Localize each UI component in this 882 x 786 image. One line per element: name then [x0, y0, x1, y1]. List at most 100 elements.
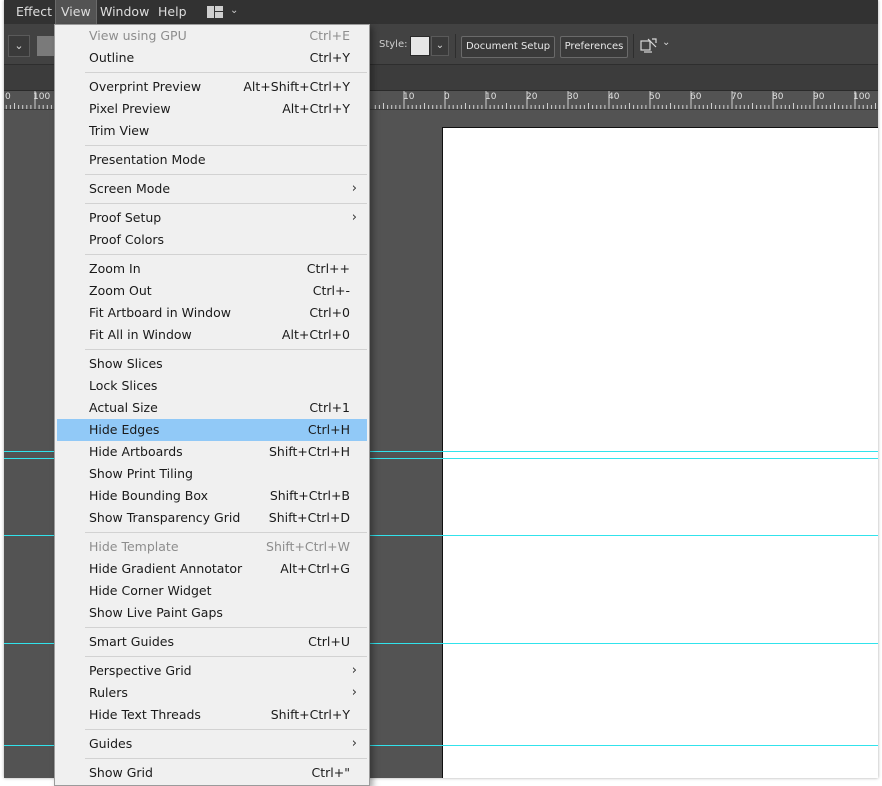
menu-item-trim-view[interactable]: Trim View: [57, 120, 367, 142]
workspace-chevron-down-icon[interactable]: ⌄: [230, 5, 238, 16]
menu-item-show-transparency-grid[interactable]: Show Transparency Grid Shift+Ctrl+D: [57, 507, 367, 529]
submenu-chevron-right-icon: ›: [351, 663, 357, 678]
menu-item-shortcut: Shift+Ctrl+W: [266, 539, 350, 554]
menu-separator: [85, 729, 367, 730]
menubar-help[interactable]: Help: [153, 0, 192, 24]
menu-separator: [85, 203, 367, 204]
document-setup-button[interactable]: Document Setup: [461, 36, 555, 58]
menu-item-fit-artboard-in-window[interactable]: Fit Artboard in Window Ctrl+0: [57, 302, 367, 324]
menu-item-proof-setup[interactable]: Proof Setup ›: [57, 207, 367, 229]
menu-separator: [85, 349, 367, 350]
menu-item-label: Hide Bounding Box: [89, 488, 209, 503]
ruler-label: 100: [33, 92, 51, 102]
menu-item-shortcut: Alt+Shift+Ctrl+Y: [243, 79, 350, 94]
menu-item-show-print-tiling[interactable]: Show Print Tiling: [57, 463, 367, 485]
menu-item-label: View using GPU: [89, 28, 187, 43]
style-dropdown-chevron-icon[interactable]: ⌄: [431, 36, 449, 56]
menu-item-fit-all-in-window[interactable]: Fit All in Window Alt+Ctrl+0: [57, 324, 367, 346]
arrange-documents-icon[interactable]: [640, 37, 658, 55]
menu-item-label: Show Transparency Grid: [89, 510, 241, 525]
menu-item-label: Hide Artboards: [89, 444, 183, 459]
menu-item-label: Hide Gradient Annotator: [89, 561, 243, 576]
ruler-label: 0: [444, 92, 450, 102]
menu-item-label: Hide Template: [89, 539, 179, 554]
menu-item-show-slices[interactable]: Show Slices: [57, 353, 367, 375]
menu-item-label: Hide Corner Widget: [89, 583, 212, 598]
submenu-chevron-right-icon: ›: [351, 736, 357, 751]
menu-item-label: Show Slices: [89, 356, 163, 371]
menu-separator: [85, 174, 367, 175]
menu-item-perspective-grid[interactable]: Perspective Grid ›: [57, 660, 367, 682]
menu-item-hide-edges[interactable]: Hide Edges Ctrl+H: [57, 419, 367, 441]
menu-item-shortcut: Ctrl++: [306, 261, 350, 276]
menu-item-shortcut: Ctrl+1: [309, 400, 350, 415]
submenu-chevron-right-icon: ›: [351, 210, 357, 225]
menu-item-lock-slices[interactable]: Lock Slices: [57, 375, 367, 397]
menu-item-show-grid[interactable]: Show Grid Ctrl+": [57, 762, 367, 784]
menu-item-zoom-in[interactable]: Zoom In Ctrl++: [57, 258, 367, 280]
menu-bar: Effect View Window Help ⌄: [4, 0, 878, 25]
menubar-view[interactable]: View: [55, 0, 97, 25]
menu-item-proof-colors[interactable]: Proof Colors: [57, 229, 367, 251]
menu-item-shortcut: Ctrl+H: [307, 422, 350, 437]
preferences-button[interactable]: Preferences: [560, 36, 628, 58]
ruler-label: 60: [690, 92, 702, 102]
menu-item-hide-artboards[interactable]: Hide Artboards Shift+Ctrl+H: [57, 441, 367, 463]
menubar-window[interactable]: Window: [95, 0, 154, 24]
menu-item-label: Fit Artboard in Window: [89, 305, 231, 320]
menu-item-label: Outline: [89, 50, 135, 65]
workspace-layout-icon[interactable]: [207, 6, 223, 18]
menu-item-rulers[interactable]: Rulers ›: [57, 682, 367, 704]
menu-item-label: Rulers: [89, 685, 128, 700]
menu-item-outline[interactable]: Outline Ctrl+Y: [57, 47, 367, 69]
ruler-label: 80: [772, 92, 784, 102]
menu-item-label: Lock Slices: [89, 378, 158, 393]
menu-item-smart-guides[interactable]: Smart Guides Ctrl+U: [57, 631, 367, 653]
menubar-effect[interactable]: Effect: [11, 0, 57, 24]
menu-item-hide-template: Hide Template Shift+Ctrl+W: [57, 536, 367, 558]
menu-item-shortcut: Shift+Ctrl+H: [269, 444, 350, 459]
menu-item-shortcut: Ctrl+": [311, 765, 350, 780]
submenu-chevron-right-icon: ›: [351, 181, 357, 196]
menu-item-zoom-out[interactable]: Zoom Out Ctrl+-: [57, 280, 367, 302]
menu-item-shortcut: Ctrl+-: [312, 283, 350, 298]
menu-item-actual-size[interactable]: Actual Size Ctrl+1: [57, 397, 367, 419]
view-menu-dropdown: View using GPU Ctrl+E Outline Ctrl+Y Overpri…: [54, 24, 370, 786]
menu-item-hide-text-threads[interactable]: Hide Text Threads Shift+Ctrl+Y: [57, 704, 367, 726]
menu-item-label: Guides: [89, 736, 133, 751]
menu-item-hide-bounding-box[interactable]: Hide Bounding Box Shift+Ctrl+B: [57, 485, 367, 507]
menu-item-shortcut: Shift+Ctrl+D: [268, 510, 350, 525]
menu-item-hide-gradient-annotator[interactable]: Hide Gradient Annotator Alt+Ctrl+G: [57, 558, 367, 580]
style-swatch[interactable]: [410, 36, 430, 56]
artboard[interactable]: [442, 127, 878, 778]
arrange-chevron-down-icon[interactable]: ⌄: [662, 37, 670, 48]
menu-item-hide-corner-widget[interactable]: Hide Corner Widget: [57, 580, 367, 602]
menu-separator: [85, 656, 367, 657]
menu-item-shortcut: Shift+Ctrl+Y: [270, 707, 350, 722]
ruler-label: 100: [853, 92, 871, 102]
menu-item-guides[interactable]: Guides ›: [57, 733, 367, 755]
submenu-chevron-right-icon: ›: [351, 685, 357, 700]
toolbar-divider: [633, 34, 634, 58]
menu-item-label: Zoom Out: [89, 283, 152, 298]
menu-item-label: Zoom In: [89, 261, 141, 276]
menu-item-label: Smart Guides: [89, 634, 175, 649]
menu-item-pixel-preview[interactable]: Pixel Preview Alt+Ctrl+Y: [57, 98, 367, 120]
menu-item-label: Hide Text Threads: [89, 707, 201, 722]
menu-item-label: Presentation Mode: [89, 152, 206, 167]
menu-item-label: Actual Size: [89, 400, 158, 415]
ruler-label: 10: [403, 92, 415, 102]
menu-separator: [85, 532, 367, 533]
menu-item-screen-mode[interactable]: Screen Mode ›: [57, 178, 367, 200]
menu-item-label: Proof Colors: [89, 232, 164, 247]
menu-separator: [85, 758, 367, 759]
menu-item-shortcut: Alt+Ctrl+Y: [282, 101, 350, 116]
left-dropdown-chevron-icon[interactable]: ⌄: [8, 35, 30, 57]
menu-separator: [85, 254, 367, 255]
menu-item-show-live-paint-gaps[interactable]: Show Live Paint Gaps: [57, 602, 367, 624]
menu-item-overprint-preview[interactable]: Overprint Preview Alt+Shift+Ctrl+Y: [57, 76, 367, 98]
menu-separator: [85, 72, 367, 73]
menu-item-presentation-mode[interactable]: Presentation Mode: [57, 149, 367, 171]
menu-item-label: Show Grid: [89, 765, 153, 780]
menu-item-label: Show Print Tiling: [89, 466, 193, 481]
